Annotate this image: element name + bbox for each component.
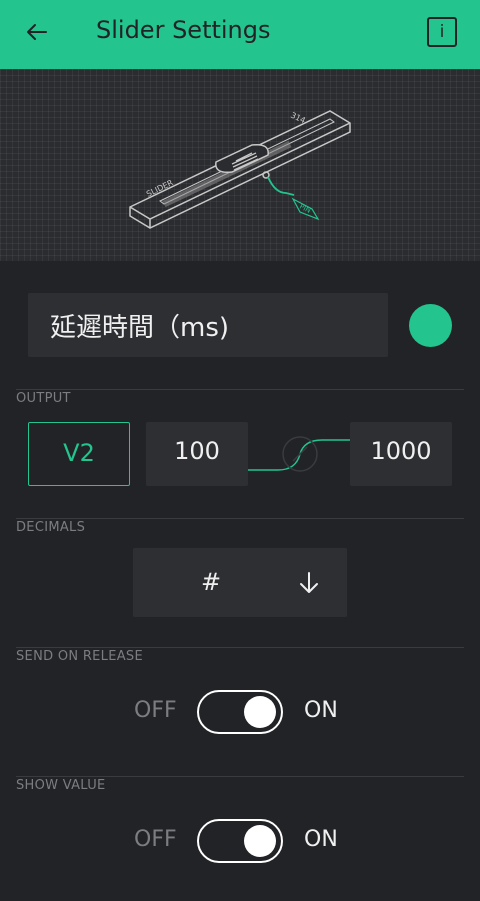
show-value-off-label: OFF [134, 827, 177, 852]
output-min-input[interactable]: 100 [146, 422, 248, 486]
info-button[interactable]: i [427, 17, 457, 47]
send-on-release-toggle-row: OFF ON [0, 690, 480, 734]
header-bar: Slider Settings i [0, 0, 480, 69]
send-on-release-switch[interactable] [197, 690, 283, 734]
output-section-label: OUTPUT [16, 391, 71, 406]
decimals-value: # [201, 568, 222, 596]
output-link-icon [248, 436, 350, 472]
send-on-release-label: SEND ON RELEASE [16, 649, 143, 664]
decimals-dropdown[interactable]: # [133, 548, 347, 617]
divider [16, 776, 464, 777]
divider [16, 647, 464, 648]
back-button[interactable] [22, 17, 54, 49]
show-value-toggle-row: OFF ON [0, 819, 480, 863]
switch-knob [244, 825, 276, 857]
divider [16, 389, 464, 390]
divider [16, 518, 464, 519]
output-max-input[interactable]: 1000 [350, 422, 452, 486]
slider-illustration: SLIDER 314 PIN [129, 110, 351, 229]
arrow-down-icon [300, 572, 318, 593]
show-value-switch[interactable] [197, 819, 283, 863]
output-pin-button[interactable]: V2 [28, 422, 130, 486]
send-on-release-on-label: ON [304, 698, 338, 723]
show-value-on-label: ON [304, 827, 338, 852]
send-on-release-off-label: OFF [134, 698, 177, 723]
widget-preview: SLIDER 314 PIN [0, 69, 480, 261]
switch-knob [244, 696, 276, 728]
page-title: Slider Settings [96, 16, 271, 44]
widget-name-value: 延遲時間（ms) [50, 313, 230, 343]
show-value-label: SHOW VALUE [16, 778, 106, 793]
widget-name-input[interactable]: 延遲時間（ms) [28, 293, 388, 357]
arrow-left-icon[interactable] [22, 17, 54, 49]
widget-color-picker[interactable] [409, 304, 452, 347]
decimals-section-label: DECIMALS [16, 520, 86, 535]
